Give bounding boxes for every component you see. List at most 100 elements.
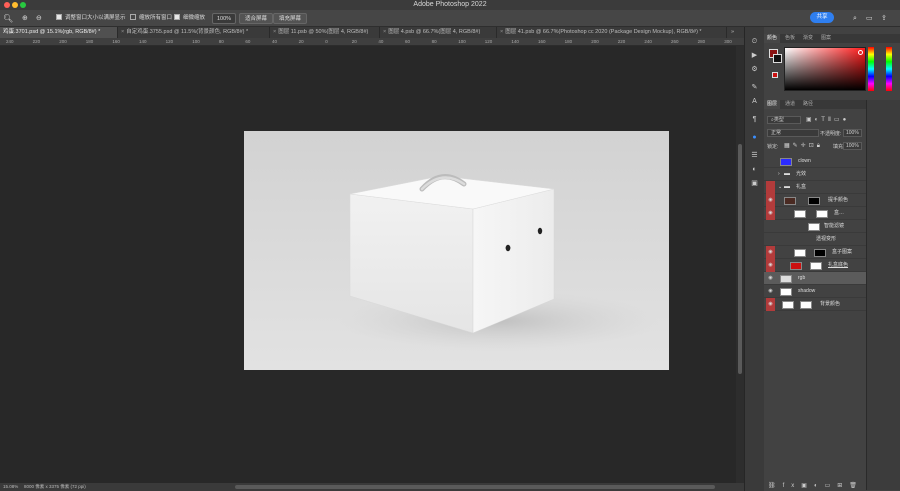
- lock-label: 锁定:: [767, 144, 779, 150]
- tab-doc-2[interactable]: × 自定鸡蛋.3755.psd @ 11.5%(背景颜色, RGB/8#) *: [118, 27, 270, 38]
- visibility-icon[interactable]: ◉: [766, 246, 775, 259]
- search-icon[interactable]: ⌕: [853, 13, 857, 24]
- tab-patterns[interactable]: 图案: [818, 34, 834, 43]
- layer-actions-bar[interactable]: ⛓fx▣◐▭⊞🗑︎: [768, 482, 866, 489]
- visibility-icon[interactable]: [766, 155, 775, 168]
- ruler-label: 220: [617, 39, 626, 44]
- zoom-out-icon[interactable]: ⊖: [36, 13, 42, 24]
- adjustments-icon[interactable]: ☰: [749, 151, 760, 160]
- hue-slider-secondary[interactable]: [886, 47, 892, 91]
- layer-mask-thumbnail: [800, 301, 812, 309]
- layer-row[interactable]: › ▬ 光效: [764, 168, 868, 181]
- tab-overflow-button[interactable]: »: [728, 27, 744, 38]
- workspace-icon[interactable]: ▭: [866, 13, 873, 24]
- visibility-icon[interactable]: ◉: [766, 285, 775, 298]
- layer-row[interactable]: clown: [764, 155, 868, 168]
- brush-icon[interactable]: ✎: [749, 83, 760, 92]
- visibility-icon[interactable]: [766, 220, 775, 233]
- close-window-button[interactable]: [4, 2, 10, 8]
- navigator-icon[interactable]: ▣: [749, 179, 760, 188]
- visibility-icon[interactable]: [766, 233, 775, 246]
- minimize-window-button[interactable]: [12, 2, 18, 8]
- tab-gradients[interactable]: 渐变: [800, 34, 816, 43]
- ruler-label: 20: [351, 39, 357, 44]
- document-canvas[interactable]: [244, 131, 669, 370]
- tab-close-icon[interactable]: ×: [383, 29, 386, 35]
- ruler-label: 200: [59, 39, 67, 44]
- paragraph-icon[interactable]: ¶: [749, 115, 760, 124]
- visibility-icon[interactable]: ◉: [766, 272, 775, 285]
- layer-name: 背景颜色: [820, 301, 841, 307]
- layer-row[interactable]: ◉ 礼盒底色: [764, 259, 868, 272]
- layer-row[interactable]: ◉ shadow: [764, 285, 868, 298]
- scrubby-zoom-checkbox[interactable]: 细微缩放: [174, 13, 205, 24]
- zoom-window-button[interactable]: [20, 2, 26, 8]
- tab-color[interactable]: 颜色: [764, 34, 781, 43]
- vertical-scrollbar[interactable]: [736, 46, 744, 483]
- visibility-icon[interactable]: ◉: [766, 194, 775, 207]
- zoom-all-checkbox[interactable]: 缩放所有窗口: [130, 13, 172, 24]
- resize-windows-checkbox[interactable]: 调整窗口大小以满屏显示: [56, 13, 126, 24]
- visibility-icon[interactable]: ◉: [766, 207, 775, 220]
- layer-row[interactable]: ⌄ ▬ 礼盒: [764, 181, 868, 194]
- libraries-icon[interactable]: ●: [749, 133, 760, 142]
- layer-row[interactable]: ◉ 盒…: [764, 207, 868, 220]
- tab-close-icon[interactable]: ×: [500, 29, 503, 35]
- color-picker-field[interactable]: [784, 47, 866, 91]
- layer-row[interactable]: 透视变形: [764, 233, 868, 246]
- history-icon[interactable]: ⏲: [749, 37, 760, 46]
- tab-layers[interactable]: 图层: [764, 100, 781, 109]
- lock-icons[interactable]: ▦✎✛⊡🔒︎: [784, 142, 823, 150]
- tab-channels[interactable]: 通道: [782, 100, 798, 109]
- tab-close-icon[interactable]: ×: [273, 29, 276, 35]
- layer-row[interactable]: ◉ 提手颜色: [764, 194, 868, 207]
- visibility-icon[interactable]: [766, 168, 775, 181]
- visibility-icon[interactable]: [766, 181, 775, 194]
- scrollbar-thumb[interactable]: [738, 144, 742, 374]
- tab-doc-5[interactable]: × 图层 41.psb @ 66.7%(Photoshop cc 2020 (Pa…: [497, 27, 727, 38]
- visibility-icon[interactable]: ◉: [766, 259, 775, 272]
- fit-screen-button[interactable]: 适合屏幕: [239, 13, 274, 24]
- ruler-label: 160: [538, 39, 546, 44]
- layer-row[interactable]: ◉ rgb: [764, 272, 868, 285]
- layer-filter-icons[interactable]: ▣◐TⅡ▭●: [806, 116, 849, 123]
- blend-mode-select[interactable]: 正常: [767, 129, 819, 137]
- layer-name: 盒子图案: [832, 249, 853, 255]
- tab-paths[interactable]: 路径: [800, 100, 816, 109]
- zoom-in-icon[interactable]: ⊕: [22, 13, 28, 24]
- layer-row[interactable]: 智能滤镜: [764, 220, 868, 233]
- tab-swatches[interactable]: 色板: [782, 34, 798, 43]
- fill-screen-button[interactable]: 填充屏幕: [273, 13, 308, 24]
- layer-filter-select[interactable]: ⌕类型: [767, 116, 801, 124]
- layer-row[interactable]: ◉ 盒子图案: [764, 246, 868, 259]
- color-panel-tabs: 颜色 色板 渐变 图案: [764, 34, 900, 43]
- group-expand-icon[interactable]: ⌄: [778, 181, 782, 194]
- color-picker-cursor[interactable]: [858, 50, 863, 55]
- opacity-field[interactable]: 100%: [843, 129, 862, 137]
- layer-name: 透视变形: [816, 236, 837, 242]
- visibility-icon[interactable]: ◉: [766, 298, 775, 311]
- ruler-label: 80: [431, 39, 437, 44]
- canvas-area[interactable]: [0, 46, 736, 483]
- tab-doc-1[interactable]: 鸡蛋.3701.psd @ 15.1%(rgb, RGB/8#) *: [0, 27, 118, 38]
- actions-icon[interactable]: ▶: [749, 51, 760, 60]
- fill-field[interactable]: 100%: [843, 142, 862, 150]
- character-icon[interactable]: A: [749, 97, 760, 106]
- tab-doc-4[interactable]: × 图层 4.psb @ 66.7%(图层 4, RGB/8#): [380, 27, 497, 38]
- status-zoom[interactable]: 15.08%: [3, 483, 18, 491]
- zoom-value-field[interactable]: 100%: [212, 13, 237, 24]
- layer-row[interactable]: ◉ 背景颜色: [764, 298, 868, 311]
- out-of-gamut-swatch[interactable]: [772, 72, 778, 78]
- zoom-tool-icon[interactable]: 🔍︎: [3, 13, 13, 24]
- group-expand-icon[interactable]: ›: [778, 168, 780, 181]
- hue-slider[interactable]: [868, 47, 874, 91]
- share-arrow-icon[interactable]: ⇪: [881, 13, 887, 24]
- channels-icon[interactable]: ◐: [749, 165, 760, 174]
- tab-close-icon[interactable]: ×: [121, 29, 124, 35]
- share-button[interactable]: 共享: [810, 12, 834, 23]
- tab-doc-3[interactable]: × 图层 11.psb @ 50%(图层 4, RGB/8#): [270, 27, 380, 38]
- background-color-swatch[interactable]: [773, 54, 782, 63]
- layer-name: 礼盒底色: [828, 262, 849, 268]
- properties-icon[interactable]: ⚙: [749, 65, 760, 74]
- horizontal-scrollbar-thumb[interactable]: [235, 485, 715, 489]
